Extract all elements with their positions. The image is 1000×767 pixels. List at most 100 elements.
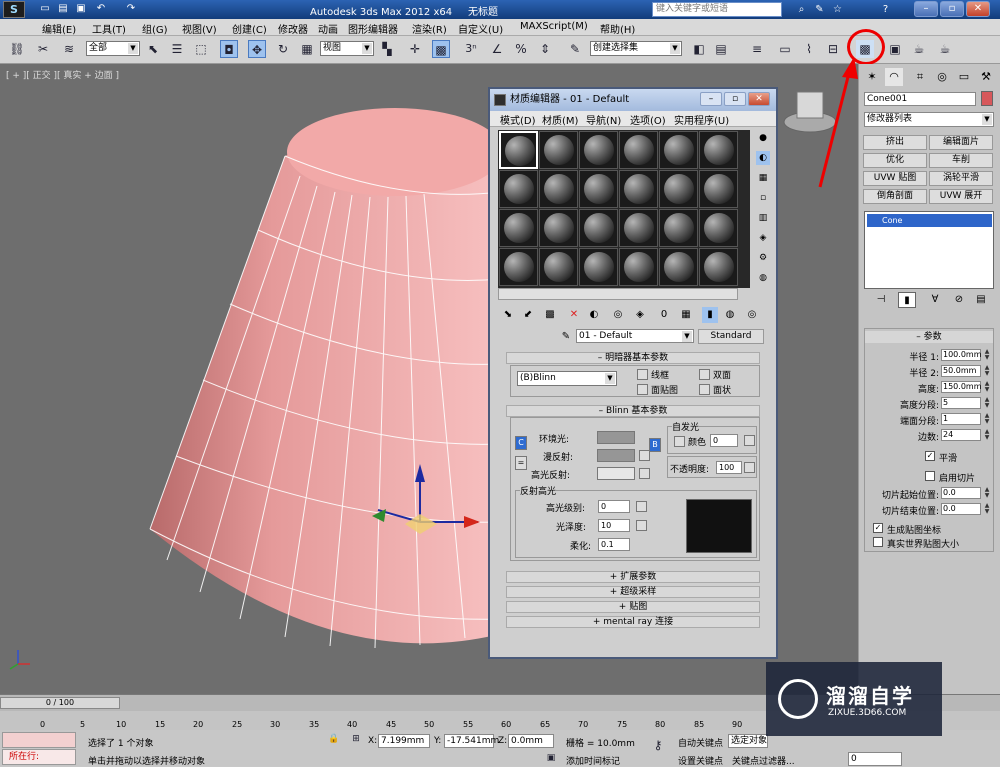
- pivot-center-icon[interactable]: ▚: [378, 40, 396, 58]
- minimize-button[interactable]: –: [914, 1, 938, 17]
- param-input[interactable]: 1: [941, 413, 981, 425]
- slots-scrollbar[interactable]: [498, 288, 738, 300]
- time-slider[interactable]: 0 / 100: [0, 697, 120, 709]
- sample-slot[interactable]: [499, 248, 538, 286]
- material-type-button[interactable]: Standard: [698, 329, 764, 344]
- open-file-icon[interactable]: ▤: [56, 2, 70, 16]
- create-tab-icon[interactable]: ✶: [863, 68, 881, 86]
- get-material-icon[interactable]: ⬊: [500, 307, 516, 323]
- smooth-checkbox[interactable]: ✓: [925, 451, 935, 461]
- pin-stack-icon[interactable]: ⊣: [872, 292, 890, 308]
- face-map-checkbox[interactable]: [637, 384, 648, 395]
- select-move-icon[interactable]: ✥: [248, 40, 266, 58]
- diffuse-color-swatch[interactable]: [597, 449, 635, 462]
- show-end-result-icon[interactable]: ▮: [898, 292, 916, 308]
- rect-selection-icon[interactable]: ⬚: [192, 40, 210, 58]
- maxscript-listener[interactable]: [2, 732, 76, 748]
- glossiness-map-button[interactable]: [636, 520, 647, 531]
- align-icon[interactable]: ▤: [712, 40, 730, 58]
- spec-level-input[interactable]: 0: [598, 500, 630, 513]
- sample-slot[interactable]: [659, 209, 698, 247]
- select-scale-icon[interactable]: ▦: [298, 40, 316, 58]
- param-input[interactable]: 100.0mm: [941, 349, 982, 361]
- sample-slot[interactable]: [699, 209, 738, 247]
- lock-ambient-diffuse-button[interactable]: C: [515, 436, 527, 450]
- spec-level-map-button[interactable]: [636, 501, 647, 512]
- spinner[interactable]: ▲ ▼: [983, 397, 991, 409]
- minimize-button[interactable]: –: [700, 92, 722, 106]
- link-icon[interactable]: ⛓: [8, 40, 26, 58]
- maximize-button[interactable]: ▫: [940, 1, 964, 17]
- shader-select[interactable]: (B)Blinn ▼: [517, 371, 617, 386]
- put-to-library-icon[interactable]: ◈: [632, 307, 648, 323]
- wire-checkbox[interactable]: [637, 369, 648, 380]
- faceted-checkbox[interactable]: [699, 384, 710, 395]
- render-production-icon[interactable]: ☕: [936, 40, 954, 58]
- video-color-check-icon[interactable]: ▥: [756, 211, 770, 225]
- time-tag-icon[interactable]: ▣: [544, 752, 558, 764]
- spinner[interactable]: ▲ ▼: [983, 429, 991, 441]
- show-end-result-icon[interactable]: ▮: [702, 307, 718, 323]
- stack-item-cone[interactable]: Cone: [867, 214, 992, 227]
- add-time-tag[interactable]: 添加时间标记: [566, 754, 620, 767]
- maximize-button[interactable]: ▫: [724, 92, 746, 106]
- menu-graph-editors[interactable]: 图形编辑器: [348, 21, 398, 36]
- unlink-icon[interactable]: ✂: [34, 40, 52, 58]
- sample-slot[interactable]: [619, 209, 658, 247]
- sample-slot[interactable]: [659, 131, 698, 169]
- assign-to-selection-icon[interactable]: ▩: [542, 307, 558, 323]
- z-coordinate-input[interactable]: 0.0mm: [508, 734, 554, 748]
- star-icon[interactable]: ☆: [830, 2, 845, 17]
- percent-snap-icon[interactable]: %: [512, 40, 530, 58]
- redo-icon[interactable]: ↷: [124, 2, 138, 16]
- spinner[interactable]: ▲ ▼: [983, 503, 991, 515]
- modifier-button[interactable]: UVW 贴图: [863, 171, 927, 186]
- pick-material-icon[interactable]: ✎: [558, 329, 574, 345]
- param-input[interactable]: 150.0mm: [941, 381, 982, 393]
- sample-slot[interactable]: [579, 248, 618, 286]
- bind-spacewarp-icon[interactable]: ≋: [60, 40, 78, 58]
- keyboard-shortcut-icon[interactable]: ▩: [432, 40, 450, 58]
- lock-diffuse-specular-button[interactable]: =: [515, 456, 527, 470]
- copy-material-icon[interactable]: ◐: [586, 307, 602, 323]
- binoculars-icon[interactable]: ⌕: [794, 2, 809, 17]
- hierarchy-tab-icon[interactable]: ⌗: [911, 68, 929, 86]
- new-file-icon[interactable]: ▭: [38, 2, 52, 16]
- sample-slot[interactable]: [499, 131, 538, 169]
- sample-slot[interactable]: [699, 248, 738, 286]
- menu-utilities[interactable]: 实用程序(U): [674, 112, 729, 127]
- specular-map-button[interactable]: [639, 468, 650, 479]
- close-button[interactable]: ✕: [966, 1, 990, 17]
- blinn-rollout-header[interactable]: – Blinn 基本参数: [506, 405, 760, 417]
- menu-help[interactable]: 帮助(H): [600, 21, 635, 36]
- param-input[interactable]: 0.0: [941, 503, 981, 515]
- sample-slot[interactable]: [499, 170, 538, 208]
- modifier-list-select[interactable]: 修改器列表 ▼: [864, 112, 994, 127]
- mirror-icon[interactable]: ◧: [690, 40, 708, 58]
- select-by-material-icon[interactable]: ◍: [756, 271, 770, 285]
- menu-edit[interactable]: 编辑(E): [42, 21, 76, 36]
- tools-icon[interactable]: ✎: [812, 2, 827, 17]
- modify-tab-icon[interactable]: ◠: [885, 68, 903, 86]
- menu-rendering[interactable]: 渲染(R): [412, 21, 447, 36]
- sample-slot[interactable]: [579, 170, 618, 208]
- current-frame-input[interactable]: 0: [848, 752, 902, 766]
- spinner[interactable]: ▲ ▼: [983, 413, 991, 425]
- sample-slot[interactable]: [539, 170, 578, 208]
- uv-tiling-icon[interactable]: ▫: [756, 191, 770, 205]
- menu-mode[interactable]: 模式(D): [500, 112, 536, 127]
- help-icon[interactable]: ?: [878, 2, 893, 17]
- snaps-toggle-icon[interactable]: 3ⁿ: [462, 40, 480, 58]
- reference-coord-select[interactable]: 视图 ▼: [320, 41, 374, 56]
- mental-ray-rollout[interactable]: + mental ray 连接: [506, 616, 760, 628]
- options-icon[interactable]: ⚙: [756, 251, 770, 265]
- extended-params-rollout[interactable]: + 扩展参数: [506, 571, 760, 583]
- real-world-map-checkbox[interactable]: [873, 537, 883, 547]
- sample-slot[interactable]: [579, 131, 618, 169]
- utilities-tab-icon[interactable]: ⚒: [977, 68, 995, 86]
- modifier-button[interactable]: 优化: [863, 153, 927, 168]
- lock-selection-icon[interactable]: 🔒: [328, 733, 340, 745]
- self-illum-input[interactable]: 0: [710, 434, 738, 447]
- sample-slot[interactable]: [699, 131, 738, 169]
- save-file-icon[interactable]: ▣: [74, 2, 88, 16]
